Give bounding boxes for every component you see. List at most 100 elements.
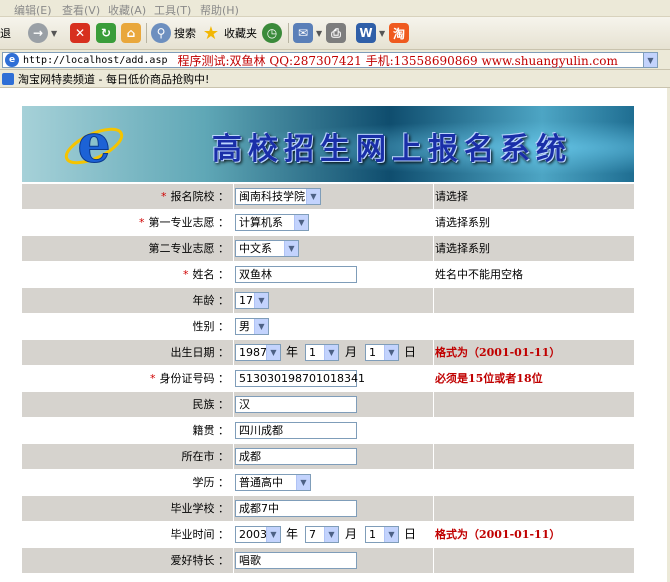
form-row-education: 学历 ： 普通高中 ▼ xyxy=(22,470,634,495)
chevron-down-icon: ▼ xyxy=(324,345,338,360)
specialty-input[interactable]: 唱歌 xyxy=(235,552,357,569)
birth-day-select[interactable]: 1 ▼ xyxy=(365,344,399,361)
age-label: 年龄 xyxy=(192,294,215,307)
school-select[interactable]: 闽南科技学院 ▼ xyxy=(235,188,321,205)
grad-day-value: 1 xyxy=(369,528,376,541)
refresh-button[interactable]: ↻ xyxy=(96,22,116,44)
menu-favorites[interactable]: 收藏(A) xyxy=(108,2,146,18)
birth-year-select[interactable]: 1987 ▼ xyxy=(235,344,281,361)
colon: ： xyxy=(218,372,229,385)
stop-button[interactable]: ✕ xyxy=(70,22,90,44)
colon: ： xyxy=(218,320,229,333)
grad-month-value: 7 xyxy=(309,528,316,541)
form-row-major2: 第二专业志愿 ： 中文系 ▼ 请选择系别 xyxy=(22,236,634,261)
form-row-native: 籍贯 ： 四川成都 xyxy=(22,418,634,443)
chevron-down-icon: ▼ xyxy=(296,475,310,490)
id-input[interactable]: 513030198701018341 xyxy=(235,370,365,387)
web-page: e 高校招生网上报名系统 * 报名院校 ： 闽南科技学院 ▼ 请选择 * 第一专业志愿… xyxy=(0,88,670,582)
home-icon: ⌂ xyxy=(121,23,141,43)
favorites-button[interactable]: ★ 收藏夹 xyxy=(201,22,257,44)
colon: ： xyxy=(218,268,229,281)
grad-month-select[interactable]: 7 ▼ xyxy=(305,526,339,543)
colon: ： xyxy=(218,424,229,437)
day-unit: 日 xyxy=(404,345,417,359)
chevron-down-icon[interactable]: ▼ xyxy=(643,53,657,67)
menu-edit[interactable]: 编辑(E) xyxy=(14,2,52,18)
print-button[interactable]: ⎙ xyxy=(326,22,346,44)
grad-day-select[interactable]: 1 ▼ xyxy=(365,526,399,543)
gender-value: 男 xyxy=(239,320,250,333)
history-button[interactable]: ◷ xyxy=(262,22,282,44)
taobao-link[interactable]: 淘宝网特卖频道 - 每日低价商品抢购中! xyxy=(18,71,209,87)
form-row-ethnic: 民族 ： 汉 xyxy=(22,392,634,417)
menu-tools[interactable]: 工具(T) xyxy=(154,2,191,18)
colon: ： xyxy=(218,294,229,307)
native-input[interactable]: 四川成都 xyxy=(235,422,357,439)
city-label: 所在市 xyxy=(181,450,215,463)
major2-select[interactable]: 中文系 ▼ xyxy=(235,240,299,257)
taobao-button[interactable]: 淘 xyxy=(389,22,409,44)
chevron-down-icon: ▼ xyxy=(266,527,280,542)
colon: ： xyxy=(218,502,229,515)
grad-year-select[interactable]: 2003 ▼ xyxy=(235,526,281,543)
chevron-down-icon: ▼ xyxy=(316,28,323,38)
birth-day-value: 1 xyxy=(369,346,376,359)
birth-month-select[interactable]: 1 ▼ xyxy=(305,344,339,361)
chevron-down-icon: ▼ xyxy=(294,215,308,230)
specialty-label: 爱好特长 xyxy=(170,554,215,567)
education-select[interactable]: 普通高中 ▼ xyxy=(235,474,311,491)
grad-time-label: 毕业时间 xyxy=(170,528,215,541)
search-button[interactable]: ⚲ 搜索 xyxy=(151,22,196,44)
mail-button[interactable]: ✉ ▼ xyxy=(293,22,322,44)
colon: ： xyxy=(218,346,229,359)
address-input[interactable]: e http://localhost/add.asp 程序测试:双鱼林 QQ:2… xyxy=(2,52,658,68)
form-row-id: * 身份证号码 ： 513030198701018341 必须是15位或者18位 xyxy=(22,366,634,391)
form-row-name: * 姓名 ： 双鱼林 姓名中不能用空格 xyxy=(22,262,634,287)
back-button[interactable]: 退 xyxy=(0,22,11,44)
birth-year-value: 1987 xyxy=(239,346,267,359)
chevron-down-icon: ▼ xyxy=(254,293,268,308)
edu-hint xyxy=(434,470,634,495)
links-bar: 淘宝网特卖频道 - 每日低价商品抢购中! xyxy=(0,70,670,88)
birth-label: 出生日期 xyxy=(170,346,215,359)
favorites-label: 收藏夹 xyxy=(224,27,257,40)
menu-help[interactable]: 帮助(H) xyxy=(200,2,239,18)
print-icon: ⎙ xyxy=(326,23,346,43)
gender-select[interactable]: 男 ▼ xyxy=(235,318,269,335)
school-value: 闽南科技学院 xyxy=(239,190,305,203)
colon: ： xyxy=(218,450,229,463)
major1-hint: 请选择系别 xyxy=(434,210,634,235)
grad-school-label: 毕业学校 xyxy=(170,502,215,515)
forward-button[interactable]: → ▼ xyxy=(28,22,57,44)
form-row-specialty: 爱好特长 ： 唱歌 xyxy=(22,548,634,573)
age-select[interactable]: 17 ▼ xyxy=(235,292,269,309)
month-unit: 月 xyxy=(345,345,358,359)
gender-hint xyxy=(434,314,634,339)
chevron-down-icon: ▼ xyxy=(384,527,398,542)
edit-button[interactable]: W ▼ xyxy=(356,22,385,44)
gender-label: 性别 xyxy=(192,320,215,333)
required-star: * xyxy=(161,190,167,203)
address-url: http://localhost/add.asp xyxy=(23,54,168,66)
major1-value: 计算机系 xyxy=(239,216,283,229)
form-row-grad-school: 毕业学校 ： 成都7中 xyxy=(22,496,634,521)
grad-school-input[interactable]: 成都7中 xyxy=(235,500,357,517)
major1-select[interactable]: 计算机系 ▼ xyxy=(235,214,309,231)
chevron-down-icon: ▼ xyxy=(266,345,280,360)
browser-toolbar: 退 → ▼ ✕ ↻ ⌂ ⚲ 搜索 ★ 收藏夹 ◷ ✉ ▼ ⎙ W ▼ 淘 xyxy=(0,17,670,50)
form-row-birth: 出生日期 ： 1987 ▼ 年 1 ▼ 月 1 ▼ 日 格式为（2001-01-11） xyxy=(22,340,634,365)
banner: e 高校招生网上报名系统 xyxy=(22,106,634,182)
word-edit-icon: W xyxy=(356,23,376,43)
chevron-down-icon: ▼ xyxy=(384,345,398,360)
name-input[interactable]: 双鱼林 xyxy=(235,266,357,283)
school-label: 报名院校 xyxy=(170,190,215,203)
menu-view[interactable]: 查看(V) xyxy=(62,2,100,18)
ie-logo-icon: e xyxy=(64,114,124,176)
form-row-age: 年龄 ： 17 ▼ xyxy=(22,288,634,313)
ethnic-input[interactable]: 汉 xyxy=(235,396,357,413)
home-button[interactable]: ⌂ xyxy=(121,22,141,44)
toolbar-divider xyxy=(146,23,147,43)
city-input[interactable]: 成都 xyxy=(235,448,357,465)
year-unit: 年 xyxy=(286,345,299,359)
taobao-icon: 淘 xyxy=(389,23,409,43)
